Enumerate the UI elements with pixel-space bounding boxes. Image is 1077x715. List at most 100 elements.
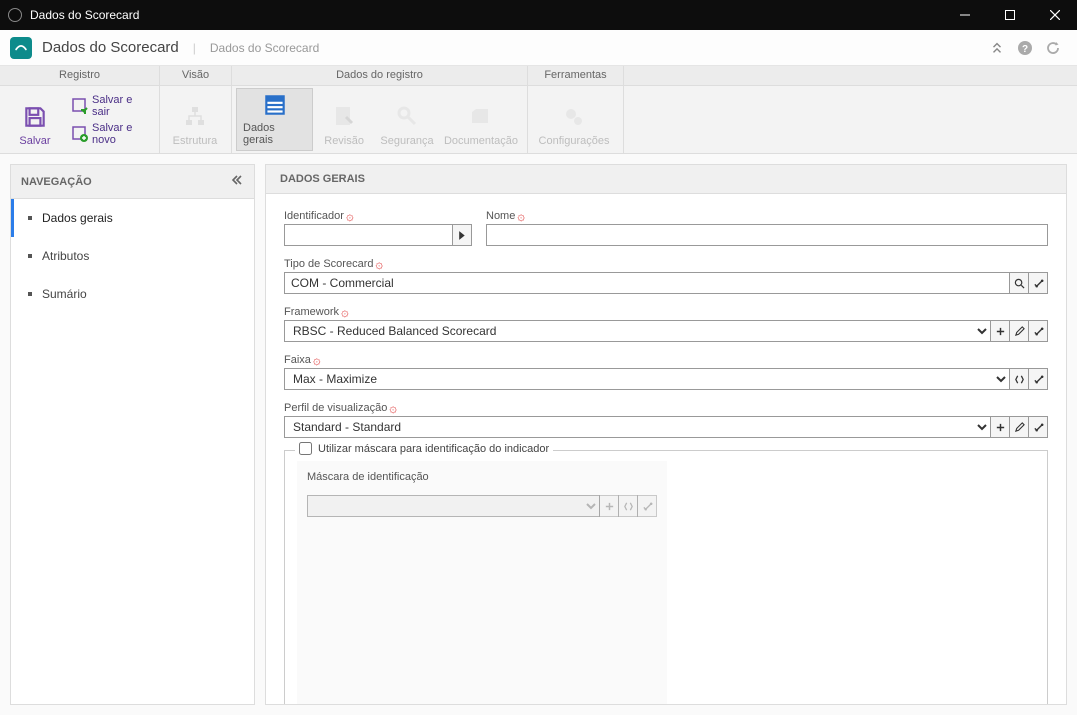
bullet-icon (28, 254, 32, 258)
ribbon-config[interactable]: Configurações (532, 88, 616, 151)
collapse-icon[interactable] (230, 173, 244, 190)
window-title: Dados do Scorecard (30, 8, 942, 22)
close-button[interactable] (1032, 0, 1077, 30)
sidebar-title: NAVEGAÇÃO (21, 176, 92, 188)
ribbon-tab-visao[interactable]: Visão (160, 66, 232, 85)
required-icon: ۞ (341, 308, 349, 316)
search-button[interactable] (1009, 272, 1029, 294)
ribbon-salvar-sair-label: Salvar e sair (92, 94, 149, 118)
sidebar: NAVEGAÇÃO Dados gerais Atributos Sumário (10, 164, 255, 705)
ribbon-estrutura-label: Estrutura (173, 135, 218, 147)
label-framework: Framework (284, 306, 339, 318)
sidebar-item-dados-gerais[interactable]: Dados gerais (11, 199, 254, 237)
save-exit-icon (72, 98, 88, 114)
expand-icon[interactable] (983, 34, 1011, 62)
select-faixa[interactable]: Max - Maximize (284, 368, 1010, 390)
ribbon-tab-registro[interactable]: Registro (0, 66, 160, 85)
required-icon: ۞ (313, 356, 321, 364)
sidebar-item-label: Atributos (42, 249, 89, 263)
select-perfil[interactable]: Standard - Standard (284, 416, 991, 438)
label-mascara-ident: Máscara de identificação (307, 471, 429, 483)
ribbon-dados-gerais[interactable]: Dados gerais (236, 88, 313, 151)
required-icon: ۞ (517, 212, 525, 220)
ribbon-estrutura[interactable]: Estrutura (164, 88, 226, 151)
required-icon: ۞ (389, 404, 397, 412)
documentation-icon (467, 103, 495, 131)
save-icon (21, 103, 49, 131)
breadcrumb: Dados do Scorecard (210, 41, 319, 55)
input-tipo[interactable] (284, 272, 1010, 294)
add-button (599, 495, 619, 517)
select-mascara-indicador (307, 495, 600, 517)
ribbon-seguranca-label: Segurança (380, 135, 433, 147)
page-title: Dados do Scorecard (42, 39, 179, 56)
security-icon (393, 103, 421, 131)
clear-button[interactable] (1028, 416, 1048, 438)
search-button (618, 495, 638, 517)
app-logo (10, 37, 32, 59)
window-titlebar: Dados do Scorecard (0, 0, 1077, 30)
select-framework[interactable]: RBSC - Reduced Balanced Scorecard (284, 320, 991, 342)
gear-icon (560, 103, 588, 131)
fieldset-mascara-indicador: Utilizar máscara para identificação do i… (284, 450, 1048, 704)
ribbon-config-label: Configurações (539, 135, 610, 147)
refresh-icon[interactable] (1039, 34, 1067, 62)
ribbon-revisao[interactable]: Revisão (313, 88, 375, 151)
label-identificador: Identificador (284, 210, 344, 222)
maximize-button[interactable] (987, 0, 1032, 30)
label-perfil: Perfil de visualização (284, 402, 387, 414)
content-header: DADOS GERAIS (266, 165, 1066, 194)
label-nome: Nome (486, 210, 515, 222)
clear-button (637, 495, 657, 517)
clear-button[interactable] (1028, 368, 1048, 390)
save-new-icon (72, 126, 88, 142)
bullet-icon (28, 216, 32, 220)
ribbon-seguranca[interactable]: Segurança (375, 88, 439, 151)
minimize-button[interactable] (942, 0, 987, 30)
label-faixa: Faixa (284, 354, 311, 366)
sidebar-item-atributos[interactable]: Atributos (11, 237, 254, 275)
ribbon-documentacao[interactable]: Documentação (439, 88, 523, 151)
ribbon-documentacao-label: Documentação (444, 135, 518, 147)
edit-button[interactable] (1009, 320, 1029, 342)
ribbon-salvar-novo[interactable]: Salvar e novo (72, 122, 149, 146)
add-button[interactable] (990, 416, 1010, 438)
ribbon-revisao-label: Revisão (324, 135, 364, 147)
bullet-icon (28, 292, 32, 296)
ribbon-dados-gerais-label: Dados gerais (243, 122, 306, 146)
sidebar-item-label: Sumário (42, 287, 87, 301)
ribbon-salvar-novo-label: Salvar e novo (92, 122, 149, 146)
clear-button[interactable] (1028, 272, 1048, 294)
help-icon[interactable]: ? (1011, 34, 1039, 62)
sidebar-header: NAVEGAÇÃO (11, 165, 254, 199)
checkbox-mascara-indicador[interactable] (299, 442, 312, 455)
input-nome[interactable] (486, 224, 1048, 246)
generate-id-button[interactable] (452, 224, 472, 246)
svg-text:?: ? (1022, 44, 1028, 55)
add-button[interactable] (990, 320, 1010, 342)
ribbon-salvar-sair[interactable]: Salvar e sair (72, 94, 149, 118)
app-icon (8, 8, 22, 22)
label-tipo: Tipo de Scorecard (284, 258, 373, 270)
ribbon-salvar-label: Salvar (19, 135, 50, 147)
sidebar-item-label: Dados gerais (42, 211, 113, 225)
general-data-icon (261, 92, 289, 118)
ribbon: Salvar Salvar e sair Salvar e novo Estru… (0, 86, 1077, 154)
ribbon-tabs: Registro Visão Dados do registro Ferrame… (0, 66, 1077, 86)
ribbon-tab-ferramentas[interactable]: Ferramentas (528, 66, 624, 85)
content-panel: DADOS GERAIS Identificador۞ Nome۞ (265, 164, 1067, 705)
clear-button[interactable] (1028, 320, 1048, 342)
sidebar-item-sumario[interactable]: Sumário (11, 275, 254, 313)
required-icon: ۞ (375, 260, 383, 268)
legend-mascara-indicador: Utilizar máscara para identificação do i… (318, 443, 549, 455)
input-identificador[interactable] (284, 224, 453, 246)
structure-icon (181, 103, 209, 131)
ribbon-tab-dados[interactable]: Dados do registro (232, 66, 528, 85)
review-icon (330, 103, 358, 131)
ribbon-salvar[interactable]: Salvar (4, 88, 66, 151)
edit-button[interactable] (1009, 416, 1029, 438)
divider: | (193, 41, 196, 55)
required-icon: ۞ (346, 212, 354, 220)
header-bar: Dados do Scorecard | Dados do Scorecard … (0, 30, 1077, 66)
search-button[interactable] (1009, 368, 1029, 390)
